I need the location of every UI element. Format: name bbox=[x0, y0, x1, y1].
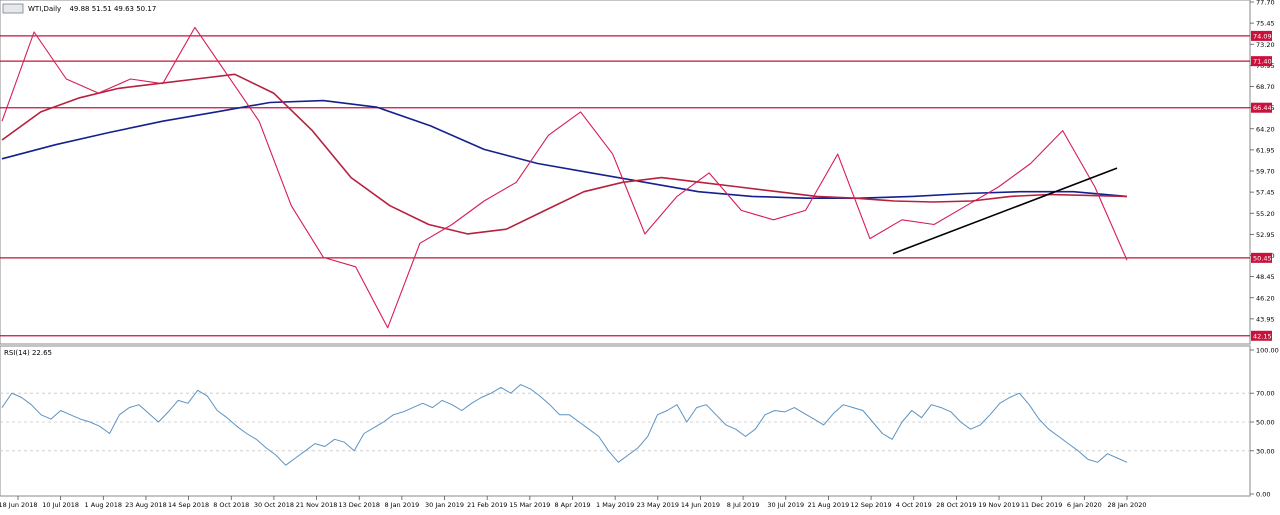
x-tick-label-1: 10 Jul 2018 bbox=[42, 501, 79, 509]
x-tick-label-25: 6 Jan 2020 bbox=[1067, 501, 1102, 509]
x-tick-label-8: 13 Dec 2018 bbox=[338, 501, 380, 509]
price-tick-label-9: 64.20 bbox=[1256, 125, 1275, 133]
x-tick-label-12: 15 Mar 2019 bbox=[509, 501, 550, 509]
price-tick-label-6: 57.45 bbox=[1256, 189, 1275, 197]
price-tick-label-0: 43.95 bbox=[1256, 315, 1275, 323]
x-tick-label-0: 18 Jun 2018 bbox=[0, 501, 38, 509]
x-tick-label-26: 28 Jan 2020 bbox=[1108, 501, 1147, 509]
x-tick-label-19: 21 Aug 2019 bbox=[808, 501, 850, 509]
x-tick-label-3: 23 Aug 2018 bbox=[125, 501, 167, 509]
price-tick-label-15: 77.70 bbox=[1256, 0, 1275, 7]
x-tick-label-20: 12 Sep 2019 bbox=[850, 501, 891, 509]
price-tick-label-5: 55.20 bbox=[1256, 210, 1275, 218]
price-tick-label-4: 52.95 bbox=[1256, 231, 1275, 239]
price-tick-label-11: 68.70 bbox=[1256, 83, 1275, 91]
x-tick-label-22: 28 Oct 2019 bbox=[936, 501, 976, 509]
x-tick-label-5: 8 Oct 2018 bbox=[213, 501, 249, 509]
x-tick-label-21: 4 Oct 2019 bbox=[896, 501, 932, 509]
x-tick-label-23: 19 Nov 2019 bbox=[978, 501, 1020, 509]
price-tick-label-13: 73.20 bbox=[1256, 41, 1275, 49]
rsi-tick-label-3: 70.00 bbox=[1256, 390, 1275, 398]
x-tick-label-15: 23 May 2019 bbox=[637, 501, 679, 509]
x-tick-label-6: 30 Oct 2018 bbox=[254, 501, 294, 509]
x-tick-label-9: 8 Jan 2019 bbox=[384, 501, 419, 509]
x-tick-label-2: 1 Aug 2018 bbox=[85, 501, 123, 509]
level-label-1: 71.40 bbox=[1253, 58, 1272, 66]
chart-root: 43.9546.2048.4550.7052.9555.2057.4559.70… bbox=[0, 0, 1280, 511]
chart-svg: 43.9546.2048.4550.7052.9555.2057.4559.70… bbox=[0, 0, 1280, 511]
x-tick-label-24: 11 Dec 2019 bbox=[1021, 501, 1063, 509]
x-tick-label-7: 21 Nov 2018 bbox=[296, 501, 338, 509]
x-tick-label-17: 8 Jul 2019 bbox=[727, 501, 760, 509]
x-tick-label-10: 30 Jan 2019 bbox=[425, 501, 464, 509]
rsi-tick-label-1: 30.00 bbox=[1256, 447, 1275, 455]
rsi-tick-label-4: 100.00 bbox=[1256, 347, 1279, 355]
price-tick-label-1: 46.20 bbox=[1256, 294, 1275, 302]
x-tick-label-11: 21 Feb 2019 bbox=[467, 501, 507, 509]
level-label-4: 42.15 bbox=[1253, 332, 1272, 340]
level-label-0: 74.09 bbox=[1253, 32, 1272, 40]
price-tick-label-8: 61.95 bbox=[1256, 146, 1275, 154]
level-label-2: 66.44 bbox=[1253, 104, 1272, 112]
symbol-label: WTI,Daily bbox=[28, 5, 61, 13]
price-tick-label-7: 59.70 bbox=[1256, 168, 1275, 176]
x-tick-label-16: 14 Jun 2019 bbox=[681, 501, 720, 509]
ohlc-label: 49.88 51.51 49.63 50.17 bbox=[69, 5, 156, 13]
price-tick-label-2: 48.45 bbox=[1256, 273, 1275, 281]
svg-text:WTI,Daily 49.88 51.5: WTI,Daily 49.88 51.51 49.63 50.17 bbox=[28, 5, 156, 13]
rsi-tick-label-2: 50.00 bbox=[1256, 419, 1275, 427]
x-tick-label-4: 14 Sep 2018 bbox=[168, 501, 209, 509]
level-label-3: 50.45 bbox=[1253, 254, 1272, 262]
x-tick-label-18: 30 Jul 2019 bbox=[767, 501, 804, 509]
rsi-tick-label-0: 0.00 bbox=[1256, 491, 1270, 499]
x-tick-label-14: 1 May 2019 bbox=[596, 501, 634, 509]
rsi-label: RSI(14) 22.65 bbox=[4, 349, 52, 357]
price-tick-label-14: 75.45 bbox=[1256, 20, 1275, 28]
x-tick-label-13: 8 Apr 2019 bbox=[554, 501, 590, 509]
